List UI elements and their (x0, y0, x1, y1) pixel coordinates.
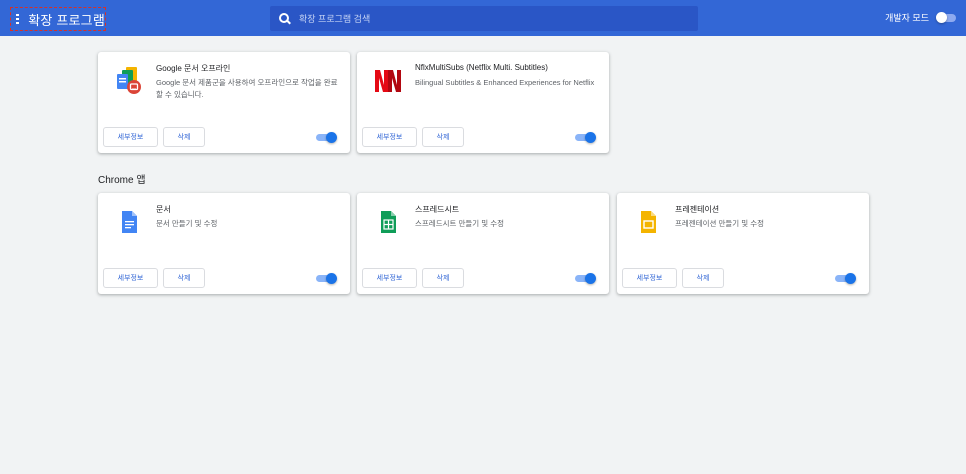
extension-name: NflxMultiSubs (Netflix Multi. Subtitles) (415, 63, 548, 72)
details-button[interactable]: 세부정보 (103, 268, 158, 288)
app-name: 문서 (156, 205, 171, 214)
enable-toggle[interactable] (316, 132, 337, 143)
remove-button[interactable]: 삭제 (163, 268, 205, 288)
remove-button[interactable]: 삭제 (422, 127, 464, 147)
details-button[interactable]: 세부정보 (622, 268, 677, 288)
enable-toggle[interactable] (575, 132, 596, 143)
app-card-slides: 프레젠테이션 프레젠테이션 만들기 및 수정 세부정보 삭제 (617, 193, 869, 294)
details-button[interactable]: 세부정보 (103, 127, 158, 147)
hamburger-menu-icon[interactable] (16, 14, 20, 24)
sheets-icon (373, 207, 403, 237)
google-docs-offline-icon (114, 66, 144, 96)
details-button[interactable]: 세부정보 (362, 268, 417, 288)
app-name: 스프레드시트 (415, 205, 460, 214)
search-icon (279, 12, 291, 25)
dev-mode-toggle[interactable] (936, 11, 956, 23)
remove-button[interactable]: 삭제 (682, 268, 724, 288)
app-description: 스프레드시트 만들기 및 수정 (415, 219, 505, 228)
page-title: 확장 프로그램 (28, 12, 105, 28)
extension-name: Google 문서 오프라인 (156, 64, 231, 73)
app-card-docs: 문서 문서 만들기 및 수정 세부정보 삭제 (98, 193, 350, 294)
extension-card-nflxmultisubs: NflxMultiSubs (Netflix Multi. Subtitles)… (357, 52, 609, 153)
enable-toggle[interactable] (575, 273, 596, 284)
slides-icon (633, 207, 663, 237)
search-bar[interactable] (270, 6, 698, 31)
chrome-apps-section-title: Chrome 앱 (98, 175, 146, 186)
app-header: 확장 프로그램 개발자 모드 (0, 0, 966, 36)
remove-button[interactable]: 삭제 (422, 268, 464, 288)
enable-toggle[interactable] (316, 273, 337, 284)
extension-description: Google 문서 제품군을 사용하여 오프라인으로 작업을 완료할 수 있습니… (156, 78, 338, 99)
title-area: 확장 프로그램 (10, 7, 106, 31)
extension-card-google-docs-offline: Google 문서 오프라인 Google 문서 제품군을 사용하여 오프라인으… (98, 52, 350, 153)
enable-toggle[interactable] (835, 273, 856, 284)
extension-description: Bilingual Subtitles & Enhanced Experienc… (415, 78, 595, 87)
docs-icon (114, 207, 144, 237)
app-name: 프레젠테이션 (675, 205, 720, 214)
app-description: 문서 만들기 및 수정 (156, 219, 218, 228)
details-button[interactable]: 세부정보 (362, 127, 417, 147)
app-card-sheets: 스프레드시트 스프레드시트 만들기 및 수정 세부정보 삭제 (357, 193, 609, 294)
dev-mode-control: 개발자 모드 (885, 11, 956, 24)
search-input[interactable] (299, 13, 679, 24)
remove-button[interactable]: 삭제 (163, 127, 205, 147)
app-description: 프레젠테이션 만들기 및 수정 (675, 219, 765, 228)
netflix-multisubs-icon (373, 66, 403, 96)
dev-mode-label: 개발자 모드 (885, 13, 929, 23)
